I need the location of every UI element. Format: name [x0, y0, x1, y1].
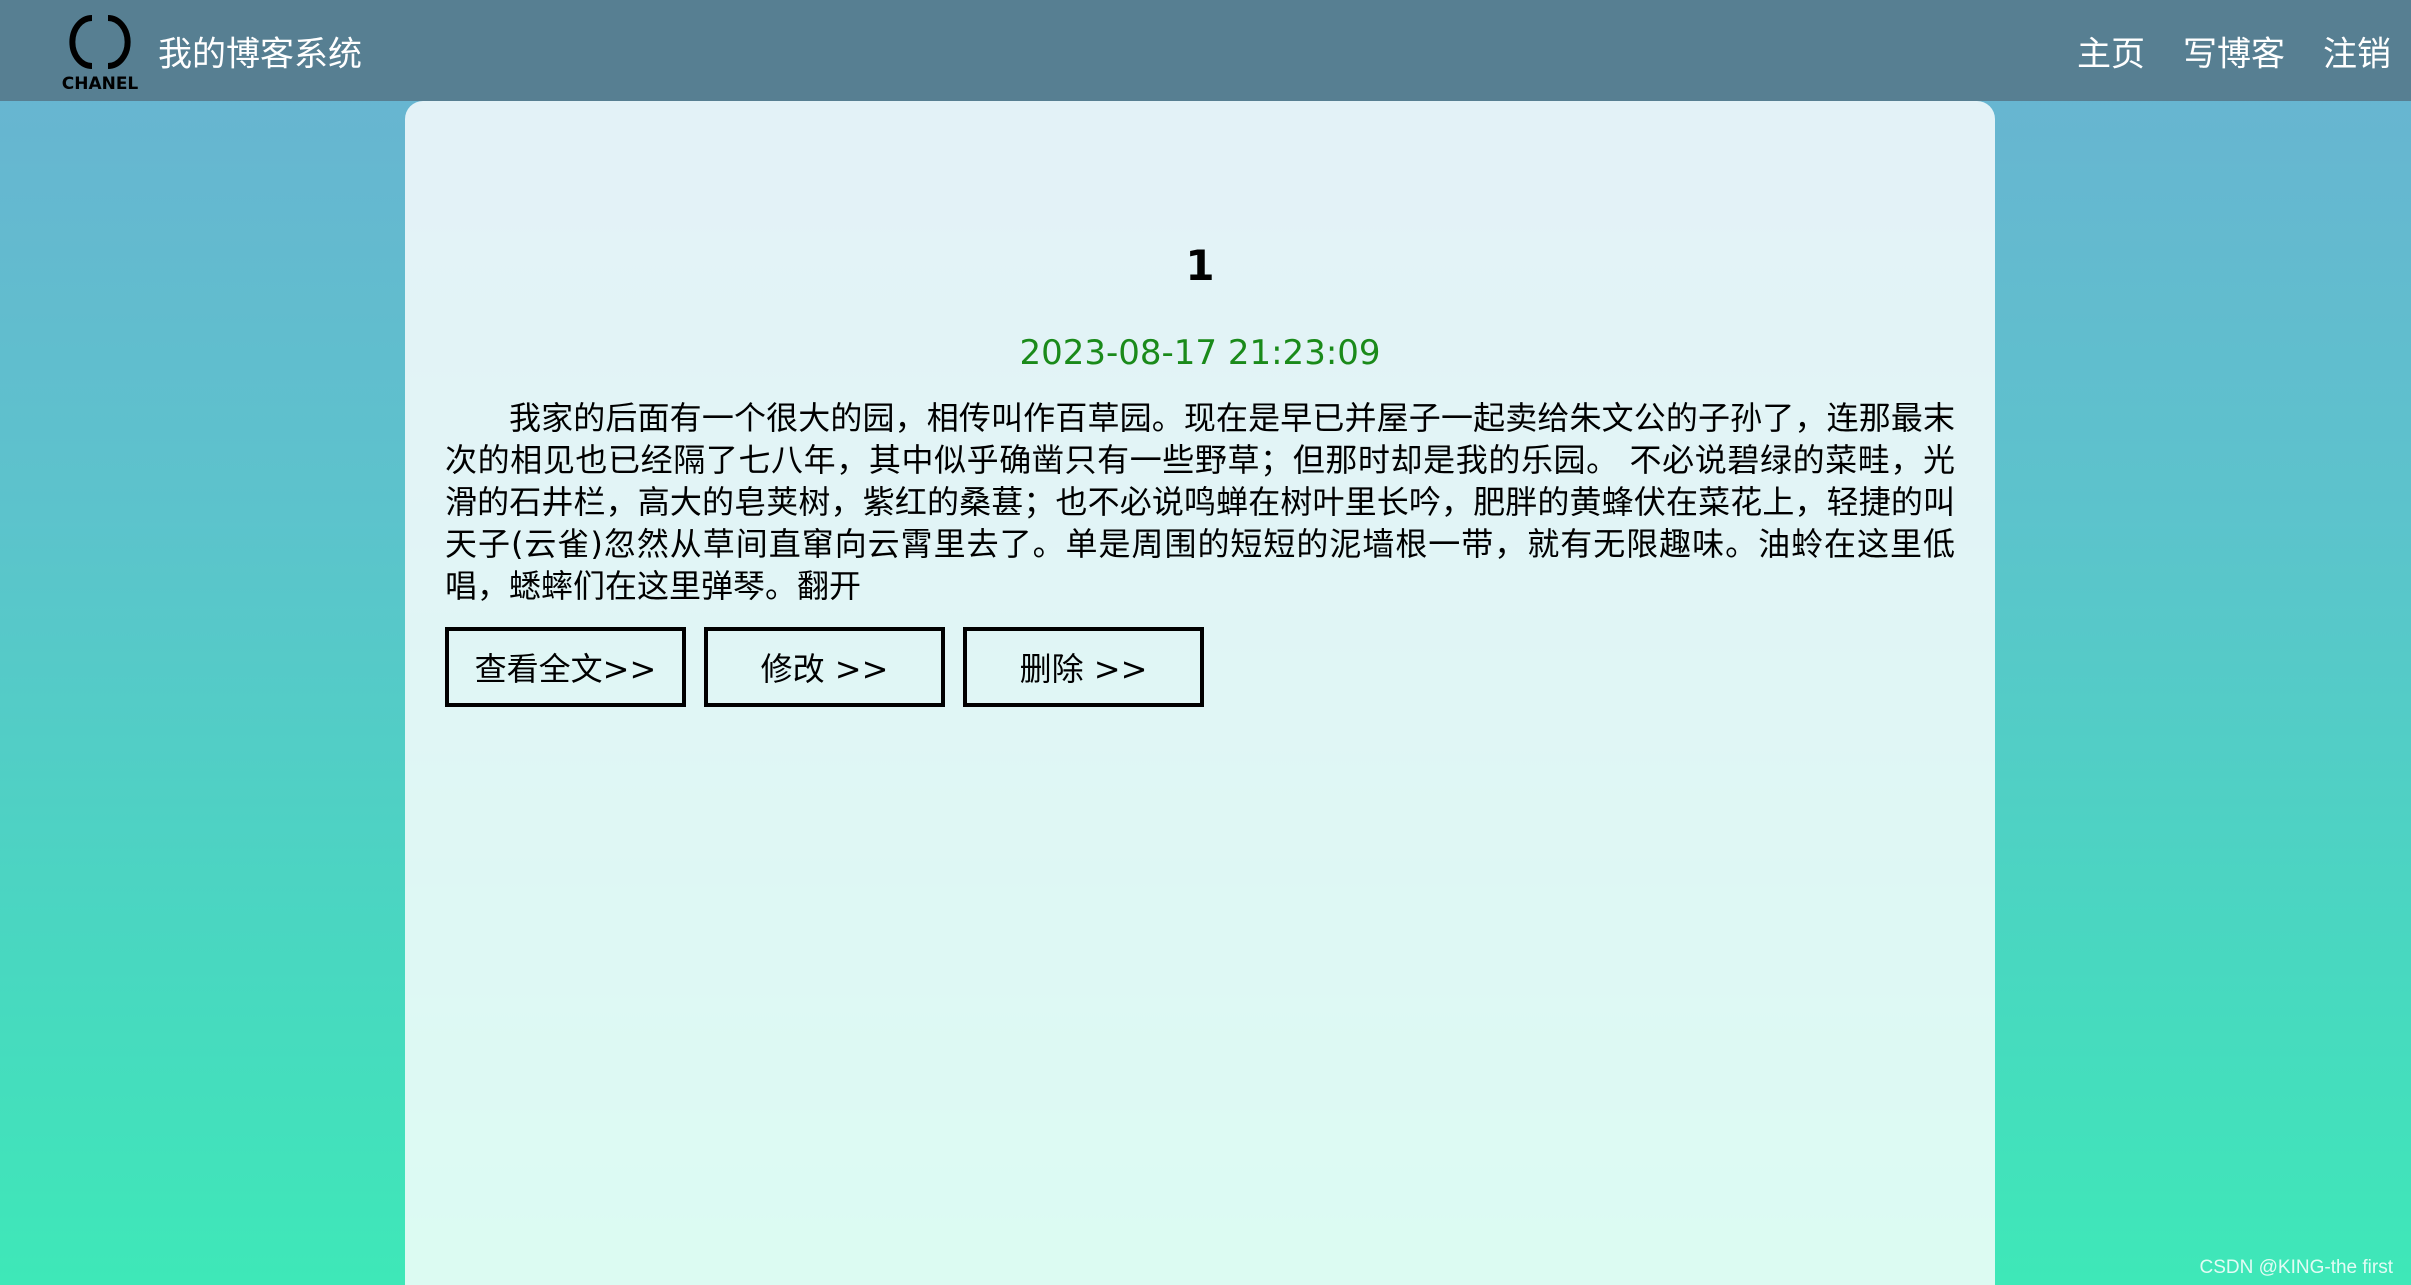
blog-title: 1 [1185, 241, 1215, 290]
delete-button[interactable]: 删除 >> [963, 627, 1204, 707]
top-navbar: CHANEL 我的博客系统 主页 写博客 注销 [0, 0, 2411, 101]
nav-links: 主页 写博客 注销 [2077, 26, 2391, 75]
edit-button[interactable]: 修改 >> [704, 627, 945, 707]
chanel-logo: CHANEL [62, 10, 138, 92]
blog-summary: 我家的后面有一个很大的园，相传叫作百草园。现在是早已并屋子一起卖给朱文公的子孙了… [445, 399, 1955, 605]
blog-card: 1 2023-08-17 21:23:09 我家的后面有一个很大的园，相传叫作百… [405, 101, 1995, 1285]
watermark: CSDN @KING-the first [2199, 1257, 2393, 1278]
blog-date: 2023-08-17 21:23:09 [1019, 333, 1381, 373]
nav-write-blog-link[interactable]: 写博客 [2183, 26, 2285, 75]
blog-actions: 查看全文>> 修改 >> 删除 >> [445, 627, 1204, 707]
nav-home-link[interactable]: 主页 [2077, 26, 2145, 75]
logo-wordmark: CHANEL [62, 74, 138, 92]
nav-logout-link[interactable]: 注销 [2323, 26, 2391, 75]
site-title: 我的博客系统 [158, 34, 362, 74]
view-full-button[interactable]: 查看全文>> [445, 627, 686, 707]
